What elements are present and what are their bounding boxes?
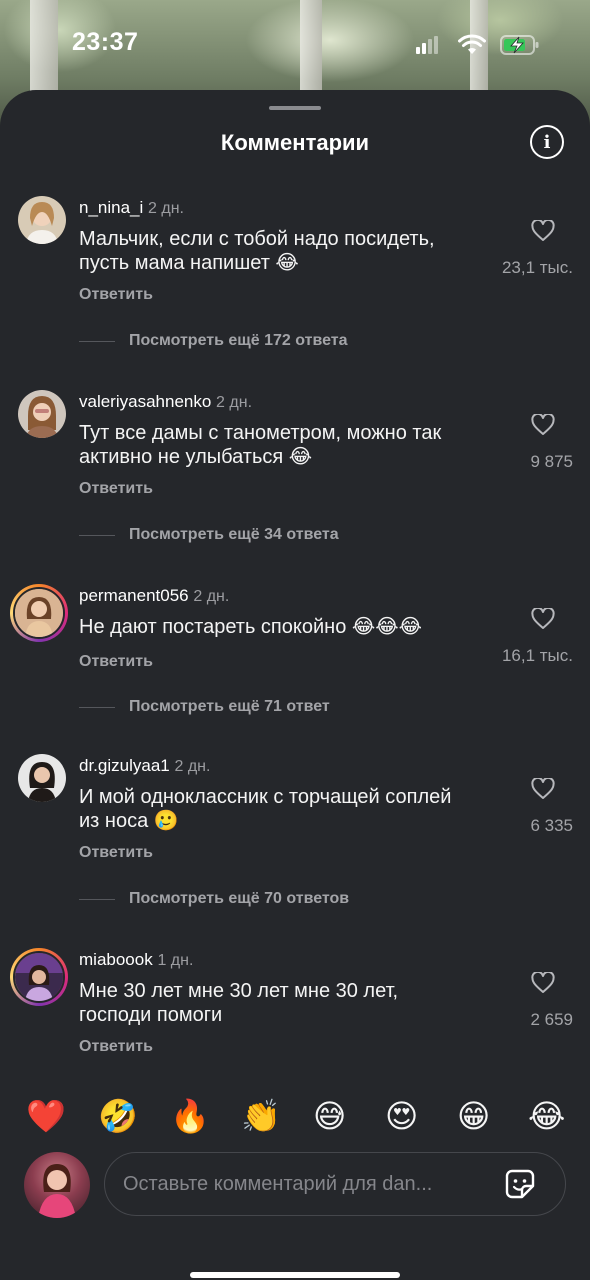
view-more-replies-label: Посмотреть ещё 34 ответа xyxy=(129,526,339,543)
reaction-sweat-smile-emoji[interactable]: 😅 xyxy=(313,1094,346,1138)
view-more-replies-button[interactable]: Посмотреть ещё 172 ответа xyxy=(79,331,348,351)
reply-button[interactable]: Ответить xyxy=(79,844,153,862)
comment-text: Не дают постареть спокойно 😂😂😂 xyxy=(79,615,499,639)
comment-input[interactable]: Оставьте комментарий для dan... xyxy=(104,1152,566,1216)
info-button[interactable]: i xyxy=(530,125,564,159)
divider xyxy=(79,706,115,708)
view-more-replies-label: Посмотреть ещё 71 ответ xyxy=(129,698,330,715)
comment-date: 1 дн. xyxy=(157,952,194,969)
reply-button[interactable]: Ответить xyxy=(79,1038,153,1056)
sheet-title: Комментарии xyxy=(220,130,370,155)
wifi-icon xyxy=(458,34,486,54)
reaction-heart-emoji[interactable]: ❤️ xyxy=(26,1094,66,1138)
status-time: 23:37 xyxy=(72,28,139,56)
heart-icon[interactable] xyxy=(531,608,555,630)
comment-date: 2 дн. xyxy=(174,758,211,775)
comment-username[interactable]: n_nina_i xyxy=(79,198,143,217)
like-count: 23,1 тыс. xyxy=(501,258,573,277)
view-more-replies-label: Посмотреть ещё 70 ответов xyxy=(129,890,350,907)
reaction-clap-emoji[interactable]: 👏 xyxy=(241,1094,281,1138)
reply-button[interactable]: Ответить xyxy=(79,286,153,304)
reaction-rofl-emoji[interactable]: 🤣 xyxy=(98,1094,138,1138)
comment-meta: n_nina_i 2 дн. xyxy=(79,198,184,218)
current-user-avatar xyxy=(24,1152,90,1218)
comment-text-line: господи помоги xyxy=(79,1004,223,1026)
divider xyxy=(79,340,115,342)
heart-icon[interactable] xyxy=(531,220,555,242)
comment-input-placeholder: Оставьте комментарий для dan... xyxy=(123,1173,433,1195)
comment-text-line: Не дают постареть спокойно 😂😂😂 xyxy=(79,616,422,638)
reaction-fire-emoji[interactable]: 🔥 xyxy=(170,1094,210,1138)
comments-sheet: Комментарии i n_nina_i 2 дн. Мальчик, ес… xyxy=(0,90,590,1280)
reaction-joy-emoji[interactable]: 😂 xyxy=(528,1094,565,1138)
battery-charging-icon xyxy=(500,35,539,55)
status-bar: 23:37 xyxy=(0,0,590,90)
divider xyxy=(79,534,115,536)
comment-text: Мне 30 лет мне 30 лет мне 30 лет, господ… xyxy=(79,979,499,1027)
avatar[interactable] xyxy=(18,196,66,244)
comment-meta: valeriyasahnenko 2 дн. xyxy=(79,392,252,412)
sheet-grabber[interactable] xyxy=(269,106,321,110)
avatar-story-ring[interactable] xyxy=(10,948,68,1006)
comment-meta: miaboook 1 дн. xyxy=(79,950,193,970)
quick-reactions-bar: ❤️ 🤣 🔥 👏 😅 😍 😁 😂 xyxy=(0,1094,590,1138)
like-count: 2 659 xyxy=(530,1010,573,1029)
comment-username[interactable]: valeriyasahnenko xyxy=(79,392,211,411)
like-count: 9 875 xyxy=(530,452,573,471)
avatar[interactable] xyxy=(18,754,66,802)
comment-text-line: И мой одноклассник с торчащей соплей xyxy=(79,786,452,808)
home-indicator xyxy=(190,1272,400,1278)
comment-date: 2 дн. xyxy=(216,394,253,411)
sticker-icon[interactable] xyxy=(503,1167,537,1201)
reaction-heart-eyes-emoji[interactable]: 😍 xyxy=(385,1094,418,1138)
view-more-replies-label: Посмотреть ещё 172 ответа xyxy=(129,332,348,349)
view-more-replies-button[interactable]: Посмотреть ещё 34 ответа xyxy=(79,525,339,545)
comment-text-line: активно не улыбаться 😂 xyxy=(79,446,313,468)
comment-text-line: пусть мама напишет 😂 xyxy=(79,252,299,274)
comment-text: Тут все дамы с танометром, можно так акт… xyxy=(79,421,499,469)
comment-username[interactable]: dr.gizulyaa1 xyxy=(79,756,170,775)
comment-username[interactable]: miaboook xyxy=(79,950,153,969)
comment-text: И мой одноклассник с торчащей соплей из … xyxy=(79,785,499,833)
comment-text-line: из носа 🥲 xyxy=(79,810,179,832)
reply-button[interactable]: Ответить xyxy=(79,653,153,671)
like-count: 6 335 xyxy=(530,816,573,835)
comment-date: 2 дн. xyxy=(148,200,184,217)
comment-text: Мальчик, если с тобой надо посидеть, пус… xyxy=(79,227,499,275)
heart-icon[interactable] xyxy=(531,414,555,436)
heart-icon[interactable] xyxy=(531,972,555,994)
status-icons xyxy=(416,32,540,58)
reaction-grin-emoji[interactable]: 😁 xyxy=(457,1094,490,1138)
comment-text-line: Мальчик, если с тобой надо посидеть, xyxy=(79,228,435,250)
heart-icon[interactable] xyxy=(531,778,555,800)
reply-button[interactable]: Ответить xyxy=(79,480,153,498)
info-icon: i xyxy=(543,131,551,153)
view-more-replies-button[interactable]: Посмотреть ещё 71 ответ xyxy=(79,697,330,717)
comment-composer: Оставьте комментарий для dan... xyxy=(0,1150,590,1220)
comment-meta: dr.gizulyaa1 2 дн. xyxy=(79,756,210,776)
view-more-replies-button[interactable]: Посмотреть ещё 70 ответов xyxy=(79,889,349,909)
comment-meta: permanent056 2 дн. xyxy=(79,586,229,606)
comment-username[interactable]: permanent056 xyxy=(79,586,189,605)
avatar[interactable] xyxy=(18,390,66,438)
cellular-signal-icon xyxy=(416,36,438,54)
divider xyxy=(79,898,115,900)
comment-text-line: Тут все дамы с танометром, можно так xyxy=(79,422,442,444)
avatar-story-ring[interactable] xyxy=(10,584,68,642)
comment-text-line: Мне 30 лет мне 30 лет мне 30 лет, xyxy=(79,980,399,1002)
comment-date: 2 дн. xyxy=(193,588,230,605)
like-count: 16,1 тыс. xyxy=(501,646,573,665)
